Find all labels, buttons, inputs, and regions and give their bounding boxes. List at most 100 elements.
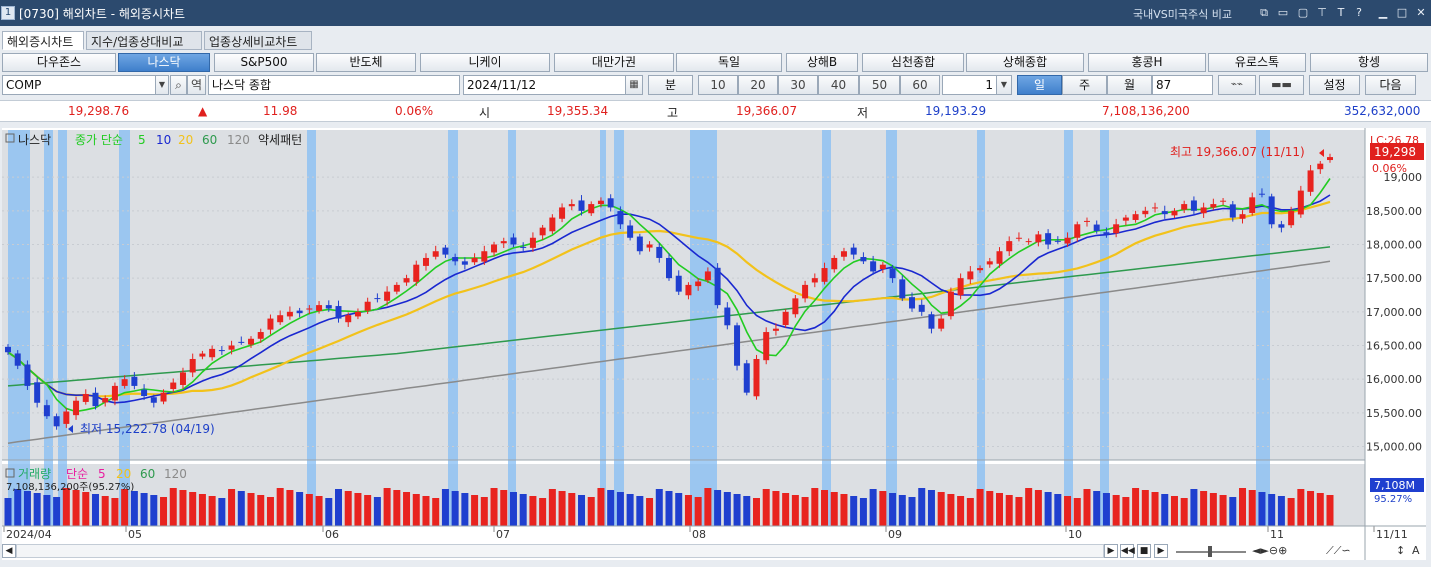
name-toggle-button[interactable]: 역 [187, 75, 206, 95]
volume-bar [1141, 490, 1149, 526]
horizontal-scrollbar[interactable] [16, 544, 1104, 558]
min-10-button[interactable]: 10 [698, 75, 738, 95]
chart-type-icon[interactable]: ⌁⌁ [1218, 75, 1256, 95]
min-50-button[interactable]: 50 [859, 75, 900, 95]
count-input[interactable]: 1 [942, 75, 997, 95]
window-icon[interactable]: ▢ [1296, 6, 1310, 20]
min-20-button[interactable]: 20 [738, 75, 778, 95]
candle-up [393, 284, 400, 292]
period-day-button[interactable]: 일 [1017, 75, 1062, 95]
font-icon[interactable]: T [1334, 6, 1348, 20]
period-month-button[interactable]: 월 [1107, 75, 1152, 95]
minimize-all-icon[interactable]: ▭ [1276, 6, 1290, 20]
candle-up [63, 411, 70, 424]
expand-icon[interactable]: A [1412, 544, 1420, 557]
volume-bar [286, 490, 294, 526]
tab-sector-compare[interactable]: 업종상세비교차트 [204, 31, 312, 50]
price-chart[interactable]: 15,000.00 15,500.00 16,000.00 16,500.00 17,0… [2, 128, 1426, 560]
market-button-0[interactable]: 다우존스 [2, 53, 116, 72]
help-icon[interactable]: ? [1352, 6, 1366, 20]
market-button-9[interactable]: 상해종합 [966, 53, 1084, 72]
market-button-11[interactable]: 유로스톡 [1208, 53, 1306, 72]
candle-up [1142, 210, 1149, 215]
pin-icon[interactable]: ⊤ [1315, 6, 1329, 20]
scroll-left-icon[interactable]: ◀ [2, 544, 16, 558]
code-input[interactable]: COMP [2, 75, 156, 95]
candle-up [1122, 217, 1129, 221]
candle-down [92, 392, 99, 407]
highlight-band [690, 130, 717, 526]
volume-bar [937, 492, 945, 526]
candle-down [452, 257, 459, 262]
scroll-right-icon[interactable]: ▶ [1104, 544, 1118, 558]
volume-plot-area [2, 464, 1365, 526]
next-button[interactable]: 다음 [1365, 75, 1416, 95]
candle-up [209, 348, 216, 358]
candle-up [1035, 234, 1042, 243]
amount: 352,632,000 [1344, 104, 1421, 118]
price-plot-area [2, 130, 1365, 460]
minimize-icon[interactable]: ▁ [1376, 6, 1390, 20]
min-60-button[interactable]: 60 [900, 75, 940, 95]
volume-bar [859, 498, 867, 526]
candle-down [636, 236, 643, 252]
market-button-1[interactable]: 나스닥 [118, 53, 210, 72]
play-icon[interactable]: ▶ [1154, 544, 1168, 558]
change-value: 11.98 [263, 104, 298, 118]
market-button-5[interactable]: 대만가권 [554, 53, 674, 72]
collapse-icon[interactable]: ↕ [1396, 544, 1405, 557]
market-button-4[interactable]: 니케이 [420, 53, 550, 72]
count-dropdown-icon[interactable]: ▼ [996, 75, 1012, 95]
volume-bar [169, 488, 177, 526]
code-dropdown-icon[interactable]: ▼ [155, 75, 169, 95]
candle-up [811, 278, 818, 283]
minute-button[interactable]: 분 [648, 75, 693, 95]
candle-down [1045, 233, 1052, 245]
candle-up [588, 204, 595, 214]
volume-bar [432, 498, 440, 526]
rewind-icon[interactable]: ◀◀ [1120, 544, 1135, 558]
market-button-7[interactable]: 상해B [786, 53, 858, 72]
tab-overseas-chart[interactable]: 해외증시차트 [2, 31, 84, 50]
candle-up [539, 227, 546, 236]
search-icon[interactable]: ⌕ [170, 75, 187, 95]
maximize-icon[interactable]: □ [1395, 6, 1409, 20]
zoom-icons[interactable]: ◄►⊖⊕ [1252, 544, 1287, 557]
date-input[interactable]: 2024/11/12 [463, 75, 643, 95]
market-button-3[interactable]: 반도체 [316, 53, 416, 72]
period-count-input[interactable]: 87 [1152, 75, 1213, 95]
market-button-10[interactable]: 홍콩H [1088, 53, 1206, 72]
min-40-button[interactable]: 40 [818, 75, 859, 95]
close-icon[interactable]: ✕ [1414, 6, 1428, 20]
compare-link[interactable]: 국내VS미국주식 비교 [1133, 6, 1232, 22]
candle-up [413, 264, 420, 282]
candle-up [228, 345, 235, 350]
candle-down [1268, 196, 1275, 225]
market-button-12[interactable]: 항셍 [1310, 53, 1428, 72]
stop-icon[interactable]: ■ [1137, 544, 1151, 558]
volume-bar [646, 498, 654, 526]
link-icon[interactable]: ⧉ [1257, 6, 1271, 20]
volume-bar [752, 498, 760, 526]
period-week-button[interactable]: 주 [1062, 75, 1107, 95]
draw-icons[interactable]: ⟋⟋∽ [1326, 544, 1351, 558]
candle-down [131, 376, 138, 386]
candle-up [267, 318, 274, 330]
low-price: 19,193.29 [925, 104, 987, 118]
market-button-8[interactable]: 심천종합 [862, 53, 964, 72]
min-30-button[interactable]: 30 [778, 75, 818, 95]
volume-bar [539, 498, 547, 526]
settings-button[interactable]: 설정 [1309, 75, 1360, 95]
x-tick-label: 11 [1270, 528, 1284, 541]
candle-up [1327, 157, 1333, 161]
highlight-band [822, 130, 831, 526]
zoom-slider-handle[interactable] [1208, 546, 1212, 557]
volume-bar [665, 491, 673, 526]
candle-down [335, 306, 342, 319]
candle-style-icon[interactable]: ▬▬ [1259, 75, 1304, 95]
tab-index-compare[interactable]: 지수/업종상대비교 [86, 31, 202, 50]
market-button-2[interactable]: S&P500 [214, 53, 314, 72]
calendar-icon[interactable]: ▦ [625, 75, 643, 95]
candle-up [782, 311, 789, 326]
market-button-6[interactable]: 독일 [676, 53, 782, 72]
